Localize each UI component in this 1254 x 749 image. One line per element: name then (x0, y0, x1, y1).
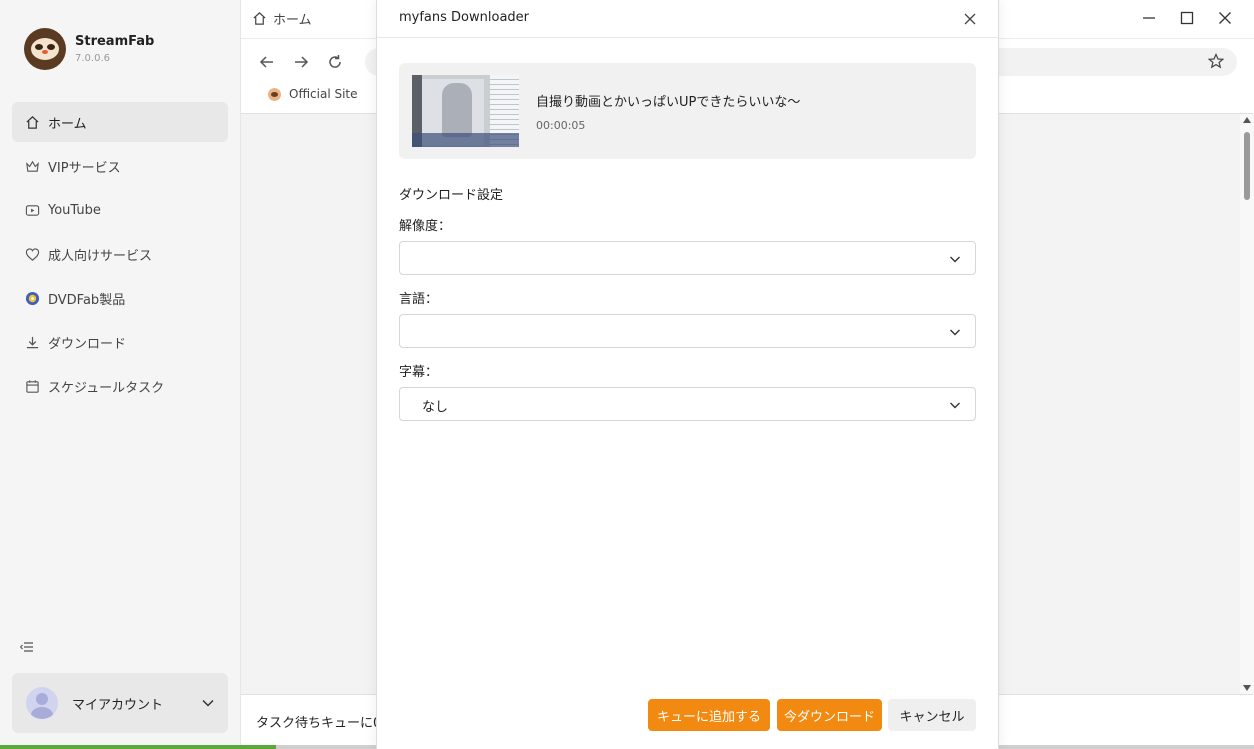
dialog-header: myfans Downloader (377, 0, 998, 38)
dialog-title: myfans Downloader (399, 10, 530, 25)
video-duration: 00:00:05 (536, 119, 586, 132)
sidebar-item-label: ホーム (48, 116, 87, 132)
close-icon[interactable] (962, 11, 978, 27)
brand: StreamFab 7.0.0.6 (24, 28, 154, 70)
streamfab-logo-icon (24, 28, 66, 70)
language-label: 言語： (399, 292, 439, 307)
sidebar-item-youtube[interactable]: YouTube (12, 190, 228, 230)
sidebar-item-dvdfab[interactable]: DVDFab製品 (12, 278, 228, 318)
scroll-up-icon[interactable] (1243, 117, 1251, 123)
subtitle-label: 字幕： (399, 365, 439, 380)
maximize-button[interactable] (1168, 6, 1206, 30)
reload-icon (329, 55, 341, 68)
maximize-icon (1180, 11, 1194, 25)
minimize-icon (1143, 17, 1155, 19)
cancel-button[interactable]: キャンセル (888, 699, 976, 731)
arrow-left-icon (259, 56, 273, 68)
sidebar-item-label: VIPサービス (48, 160, 121, 176)
video-title: 自撮り動画とかいっぱいUPできたらいいな～ (536, 95, 801, 110)
chevron-down-icon (947, 324, 963, 340)
arrow-right-icon (295, 56, 309, 68)
download-now-button[interactable]: 今ダウンロード (777, 699, 882, 731)
heart-icon (24, 246, 40, 262)
tab-label: ホーム (273, 13, 312, 28)
chevron-down-icon (947, 397, 963, 413)
sidebar-item-label: ダウンロード (48, 336, 127, 352)
sidebar-nav: ホーム VIPサービス YouTube 成人向けサービス DVDFab製品 ダウ… (12, 102, 228, 410)
star-icon[interactable] (1207, 53, 1225, 69)
app-name: StreamFab (75, 34, 155, 49)
play-icon (24, 202, 40, 218)
video-card: 自撮り動画とかいっぱいUPできたらいいな～ 00:00:05 (399, 63, 976, 159)
avatar (26, 687, 58, 719)
collapse-sidebar-icon[interactable] (19, 639, 35, 655)
add-to-queue-button[interactable]: キューに追加する (648, 699, 770, 731)
scrollbar[interactable] (1240, 114, 1254, 694)
home-icon (24, 114, 40, 130)
bookmark-label: Official Site (289, 87, 358, 101)
sidebar-item-label: DVDFab製品 (48, 292, 126, 308)
resolution-label: 解像度： (399, 219, 452, 234)
sidebar: StreamFab 7.0.0.6 ホーム VIPサービス YouTube 成人… (0, 0, 241, 749)
sidebar-item-download[interactable]: ダウンロード (12, 322, 228, 362)
download-settings-title: ダウンロード設定 (399, 188, 504, 203)
chevron-down-icon (200, 695, 216, 711)
tab-home[interactable]: ホーム (252, 9, 312, 28)
window-controls (1130, 6, 1244, 30)
scroll-thumb[interactable] (1244, 132, 1250, 200)
close-icon (1219, 12, 1231, 24)
sidebar-item-home[interactable]: ホーム (12, 102, 228, 142)
reload-button[interactable] (326, 52, 360, 72)
home-icon (253, 12, 266, 25)
video-thumbnail (412, 75, 519, 147)
dvdfab-icon (24, 290, 40, 306)
bookmark-official-site[interactable]: Official Site (268, 87, 358, 101)
subtitle-select[interactable]: なし (399, 387, 976, 421)
sidebar-item-label: YouTube (48, 202, 101, 218)
close-window-button[interactable] (1206, 6, 1244, 30)
download-icon (24, 334, 40, 350)
calendar-icon (24, 378, 40, 394)
app-version: 7.0.0.6 (75, 53, 110, 64)
queue-status: タスク待ちキューに0本 (256, 716, 395, 731)
forward-button[interactable] (292, 52, 326, 72)
scroll-down-icon[interactable] (1243, 685, 1251, 691)
sloth-icon (268, 87, 281, 101)
minimize-button[interactable] (1130, 6, 1168, 30)
sidebar-item-label: 成人向けサービス (48, 248, 153, 264)
sidebar-item-label: スケジュールタスク (48, 380, 165, 396)
sidebar-item-schedule[interactable]: スケジュールタスク (12, 366, 228, 406)
crown-icon (24, 158, 40, 174)
resolution-select[interactable] (399, 241, 976, 275)
browser-nav-buttons (258, 52, 360, 72)
downloader-dialog: myfans Downloader 自撮り動画とかいっぱいUPできたらいいな～ … (376, 0, 999, 749)
language-select[interactable] (399, 314, 976, 348)
account-label: マイアカウント (72, 697, 164, 713)
my-account-button[interactable]: マイアカウント (12, 673, 228, 733)
sidebar-item-vip[interactable]: VIPサービス (12, 146, 228, 186)
back-button[interactable] (258, 52, 292, 72)
sidebar-item-adult[interactable]: 成人向けサービス (12, 234, 228, 274)
subtitle-value: なし (422, 400, 449, 415)
chevron-down-icon (947, 251, 963, 267)
progress-fill (0, 745, 276, 749)
